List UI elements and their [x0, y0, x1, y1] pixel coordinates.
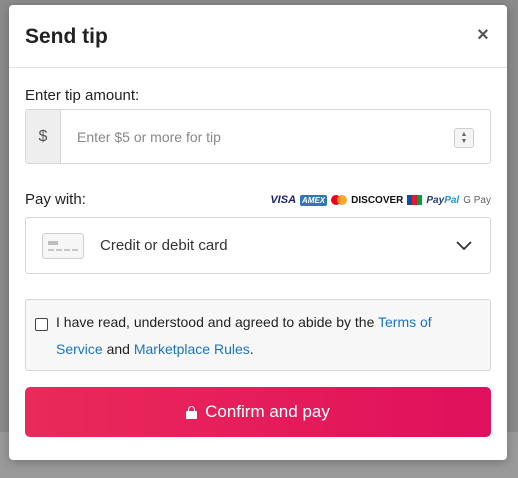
tip-amount-label: Enter tip amount: — [25, 87, 140, 104]
modal-header: Send tip × — [9, 5, 507, 68]
confirm-and-pay-button[interactable]: Confirm and pay — [25, 387, 491, 437]
stepper-down-icon[interactable]: ▼ — [461, 138, 468, 145]
discover-logo: DISCOVER — [351, 194, 404, 206]
terms-prefix: I have read, understood and agreed to ab… — [56, 314, 378, 330]
tip-amount-stepper[interactable]: ▲ ▼ — [454, 128, 474, 148]
marketplace-rules-link[interactable]: Marketplace Rules — [134, 341, 250, 357]
payment-method-select[interactable]: Credit or debit card — [25, 217, 491, 274]
paypal-logo-pal: Pal — [444, 194, 460, 206]
payment-method-value: Credit or debit card — [100, 237, 228, 254]
amex-logo: AMEX — [300, 194, 328, 206]
lock-icon — [186, 405, 198, 419]
google-pay-logo: G Pay — [463, 194, 491, 206]
modal-title: Send tip — [25, 25, 108, 48]
stepper-up-icon[interactable]: ▲ — [461, 131, 468, 138]
terms-box: I have read, understood and agreed to ab… — [25, 299, 491, 371]
payment-logos: VISA AMEX DISCOVER Pay Pal G Pay — [270, 194, 491, 206]
close-icon[interactable]: × — [473, 25, 493, 45]
jcb-logo — [407, 195, 423, 205]
terms-and: and — [102, 341, 134, 357]
confirm-button-label: Confirm and pay — [205, 402, 330, 421]
paypal-logo-pay: Pay — [426, 194, 445, 206]
pay-with-label: Pay with: — [25, 191, 86, 208]
tip-amount-input[interactable] — [61, 110, 490, 163]
terms-text: I have read, understood and agreed to ab… — [56, 309, 476, 363]
send-tip-modal: Send tip × Enter tip amount: $ ▲ ▼ Pay w… — [9, 5, 507, 460]
credit-card-icon — [42, 232, 84, 259]
visa-logo: VISA — [270, 194, 297, 206]
paypal-logo: Pay Pal — [426, 195, 459, 206]
currency-prefix: $ — [26, 110, 61, 163]
terms-checkbox[interactable] — [35, 318, 48, 331]
tip-amount-group: $ ▲ ▼ — [25, 109, 491, 164]
terms-suffix: . — [249, 341, 254, 357]
chevron-down-icon[interactable] — [456, 238, 472, 254]
mastercard-logo — [331, 195, 348, 205]
